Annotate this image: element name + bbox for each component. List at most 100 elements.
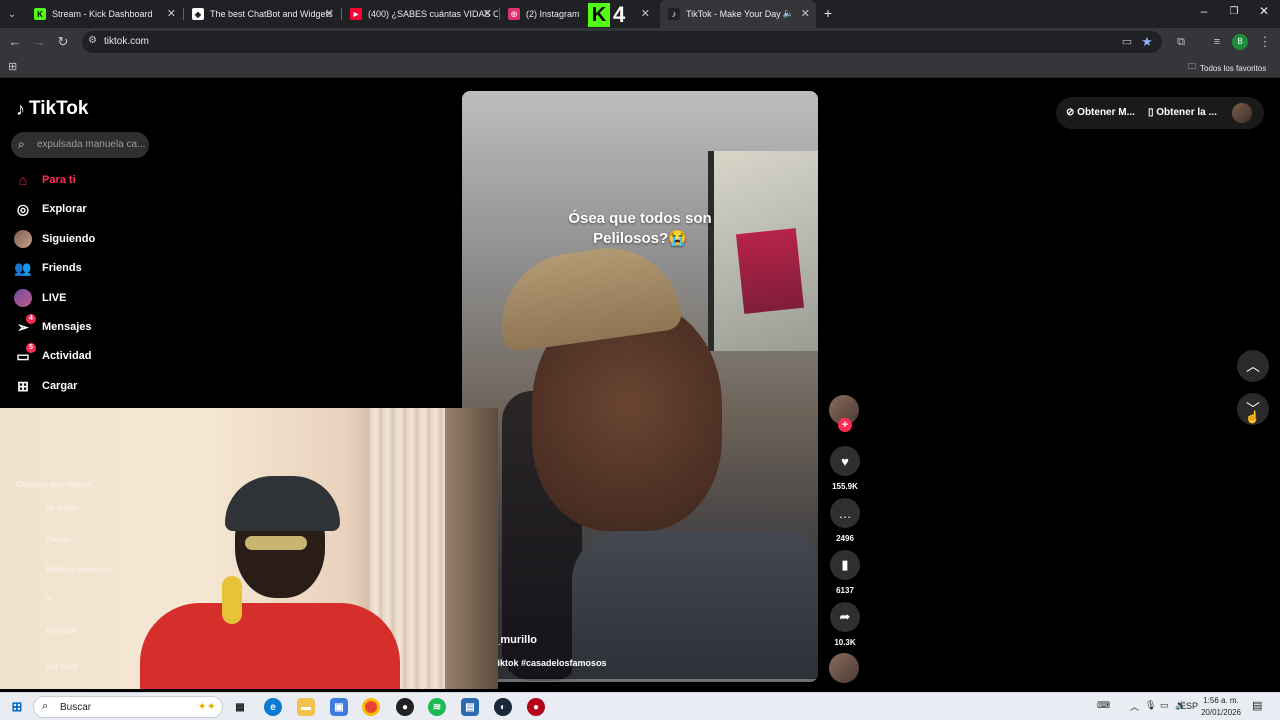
- see-all-link[interactable]: Ver todo: [46, 662, 78, 671]
- reload-button[interactable]: ↻: [54, 33, 72, 51]
- logo-text: TikTok: [29, 98, 89, 119]
- profile-avatar[interactable]: [1232, 103, 1252, 123]
- following-account[interactable]: Melissa gutierrez: [46, 565, 111, 574]
- following-account[interactable]: Fredy...: [46, 535, 74, 544]
- url-text: tiktok.com: [104, 36, 150, 47]
- extensions-icon[interactable]: ⧉: [1172, 33, 1190, 51]
- nav-siguiendo[interactable]: Siguiendo: [14, 228, 95, 250]
- tiktok-logo[interactable]: ♪ TikTok: [16, 98, 88, 120]
- file-explorer-icon[interactable]: ▬: [297, 698, 315, 716]
- store-icon[interactable]: ▣: [330, 698, 348, 716]
- tab-kick-dashboard[interactable]: K Stream - Kick Dashboard ✕: [26, 0, 182, 28]
- nav-cargar[interactable]: ⊞ Cargar: [14, 375, 77, 397]
- following-account[interactable]: d: [46, 595, 51, 604]
- mouse-cursor-icon: ☝: [1245, 410, 1260, 424]
- media-control-icon[interactable]: ≡: [1208, 33, 1226, 51]
- cast-icon[interactable]: ▭: [1118, 33, 1136, 51]
- nav-live[interactable]: LIVE: [14, 287, 66, 309]
- share-icon: ➦: [830, 602, 860, 632]
- windows-start-icon[interactable]: ⊞: [8, 698, 26, 716]
- webcam-overlay: Cuentas que sigues Mr.Pulis Fredy... Mel…: [0, 408, 498, 689]
- app-icon[interactable]: ▤: [461, 698, 479, 716]
- close-icon[interactable]: ✕: [167, 8, 176, 20]
- instagram-icon: ◎: [508, 8, 520, 20]
- nav-label: Mensajes: [42, 321, 92, 333]
- apps-grid-icon[interactable]: ⊞: [8, 60, 17, 73]
- save-button[interactable]: ▮ 6137: [829, 550, 861, 595]
- sound-disc-avatar[interactable]: [829, 653, 859, 683]
- share-count: 10.3K: [834, 638, 856, 647]
- video-player[interactable]: Ósea que todos son Pelilosos?😭 yurii_mur…: [462, 91, 818, 682]
- new-tab-button[interactable]: +: [818, 5, 838, 21]
- task-view-icon[interactable]: ▦: [231, 698, 249, 716]
- back-button[interactable]: ←: [6, 33, 24, 51]
- spotify-icon[interactable]: ≋: [428, 698, 446, 716]
- obs-icon[interactable]: ●: [396, 698, 414, 716]
- restore-button[interactable]: ❐: [1224, 6, 1244, 17]
- tab-chatbot[interactable]: ◆ The best ChatBot and Widgets ✕: [184, 0, 340, 28]
- tab-tiktok[interactable]: ♪ TikTok - Make Your Day 🔈 ✕: [660, 0, 816, 28]
- close-icon[interactable]: ✕: [641, 8, 650, 20]
- get-app-label: Obtener M...: [1077, 107, 1135, 118]
- bookmark-star-icon[interactable]: ★: [1138, 33, 1156, 51]
- menu-dots-icon[interactable]: ⋮: [1256, 33, 1274, 51]
- tray-chevron-icon[interactable]: ︿: [1130, 700, 1139, 713]
- nav-mensajes[interactable]: ➢ 4 Mensajes: [14, 314, 92, 338]
- search-input[interactable]: ⌕ expulsada manuela ca...: [11, 132, 149, 158]
- system-clock[interactable]: 1:56 a. m. 20/01/2026: [1193, 695, 1249, 719]
- compass-icon: ◎: [16, 200, 30, 217]
- edge-icon[interactable]: e: [264, 698, 282, 716]
- microphone-icon[interactable]: 🎙: [1145, 700, 1156, 711]
- bookmark-icon: ▮: [830, 550, 860, 580]
- tab-search-button[interactable]: ⌄: [4, 0, 24, 28]
- kick-icon: K: [34, 8, 46, 20]
- taskbar-search[interactable]: ⌕ Buscar ✦✦: [33, 696, 223, 718]
- caption-line: Pelilosos?😭: [593, 230, 687, 247]
- upload-icon: ⊞: [17, 377, 29, 394]
- kick-overlay-number: 4: [613, 2, 626, 27]
- close-window-button[interactable]: ✕: [1254, 4, 1274, 18]
- tiktok-icon: ♪: [668, 8, 680, 20]
- close-icon[interactable]: ✕: [325, 8, 334, 20]
- nav-para-ti[interactable]: ⌂ Para ti: [14, 169, 76, 191]
- comment-button[interactable]: … 2496: [829, 498, 861, 543]
- following-account[interactable]: maria06: [46, 626, 76, 635]
- tab-youtube[interactable]: ▶ (400) ¿SABES cuántas VIDAS CU ✕: [342, 0, 498, 28]
- keyboard-icon[interactable]: ⌨: [1097, 700, 1110, 711]
- speaker-icon[interactable]: 🔈: [783, 8, 794, 19]
- comment-icon: …: [830, 498, 860, 528]
- all-bookmarks-folder[interactable]: 🗀 Todos los favoritos: [1188, 61, 1266, 75]
- close-icon[interactable]: ✕: [801, 8, 810, 20]
- search-placeholder: expulsada manuela ca...: [37, 139, 145, 150]
- follow-plus-button[interactable]: +: [838, 418, 852, 432]
- nav-actividad[interactable]: ▭ 5 Actividad: [14, 343, 92, 367]
- nav-friends[interactable]: 👥 Friends: [14, 257, 81, 279]
- clock-date: 20/01/2026: [1200, 708, 1242, 717]
- notifications-icon[interactable]: ▤: [1252, 699, 1262, 712]
- browser-toolbar: ← → ↻ ⚙ tiktok.com ▭ ★ ⧉ ≡ B ⋮: [0, 28, 1280, 56]
- previous-video-button[interactable]: ︿: [1237, 350, 1269, 382]
- steam-icon[interactable]: ◐: [494, 698, 512, 716]
- share-button[interactable]: ➦ 10.3K: [829, 602, 861, 647]
- site-info-icon[interactable]: ⚙: [88, 35, 97, 46]
- friends-icon: 👥: [14, 259, 32, 276]
- get-app-button[interactable]: ⊘ Obtener M...: [1066, 107, 1135, 118]
- chrome-icon[interactable]: [362, 698, 380, 716]
- following-account[interactable]: Mr.Pulis: [46, 504, 77, 513]
- forward-button[interactable]: →: [30, 33, 48, 51]
- minimize-button[interactable]: –: [1194, 4, 1214, 18]
- close-icon[interactable]: ✕: [483, 8, 492, 20]
- browser-tab-strip: ⌄ K Stream - Kick Dashboard ✕ ◆ The best…: [0, 0, 1280, 28]
- get-phone-app-button[interactable]: ▯ Obtener la ...: [1148, 107, 1217, 118]
- like-button[interactable]: ♥ 155.9K: [829, 446, 861, 491]
- address-bar[interactable]: ⚙ tiktok.com: [82, 31, 1162, 53]
- app-red-icon[interactable]: ●: [527, 698, 545, 716]
- tab-title: (2) Instagram: [526, 9, 580, 19]
- video-progress-bar[interactable]: [462, 679, 818, 682]
- network-icon[interactable]: ▭: [1160, 700, 1169, 711]
- profile-avatar[interactable]: B: [1232, 34, 1248, 50]
- folder-label: Todos los favoritos: [1200, 63, 1267, 73]
- tab-title: TikTok - Make Your Day: [686, 9, 781, 19]
- nav-explorar[interactable]: ◎ Explorar: [14, 198, 87, 220]
- activity-icon: ▭ 5: [14, 343, 36, 365]
